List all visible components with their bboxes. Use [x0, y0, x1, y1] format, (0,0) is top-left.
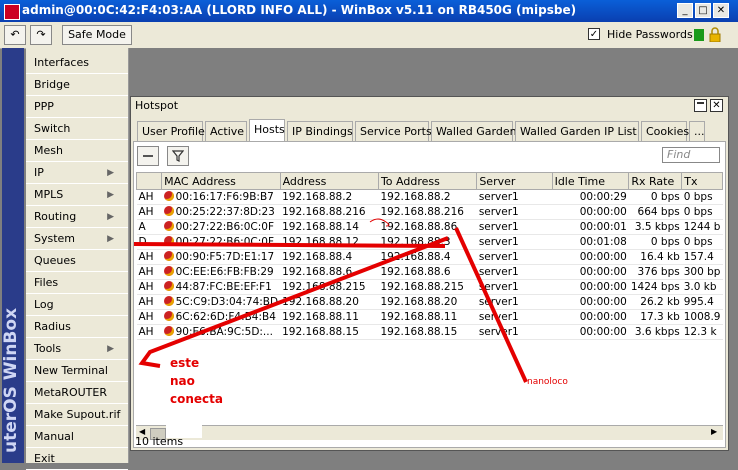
strike-line [133, 242, 446, 248]
annotation-este: este [170, 356, 200, 370]
arrow-line-left [138, 236, 449, 368]
annotation-conecta: conecta [170, 392, 223, 406]
annotation-overlay [133, 218, 528, 438]
annotation-nanoloco: nanoloco [527, 377, 568, 387]
scribble-circle [369, 218, 390, 227]
white-patch [166, 410, 202, 438]
annotation-nao: nao [170, 374, 195, 388]
arrow-line-right [454, 227, 528, 383]
